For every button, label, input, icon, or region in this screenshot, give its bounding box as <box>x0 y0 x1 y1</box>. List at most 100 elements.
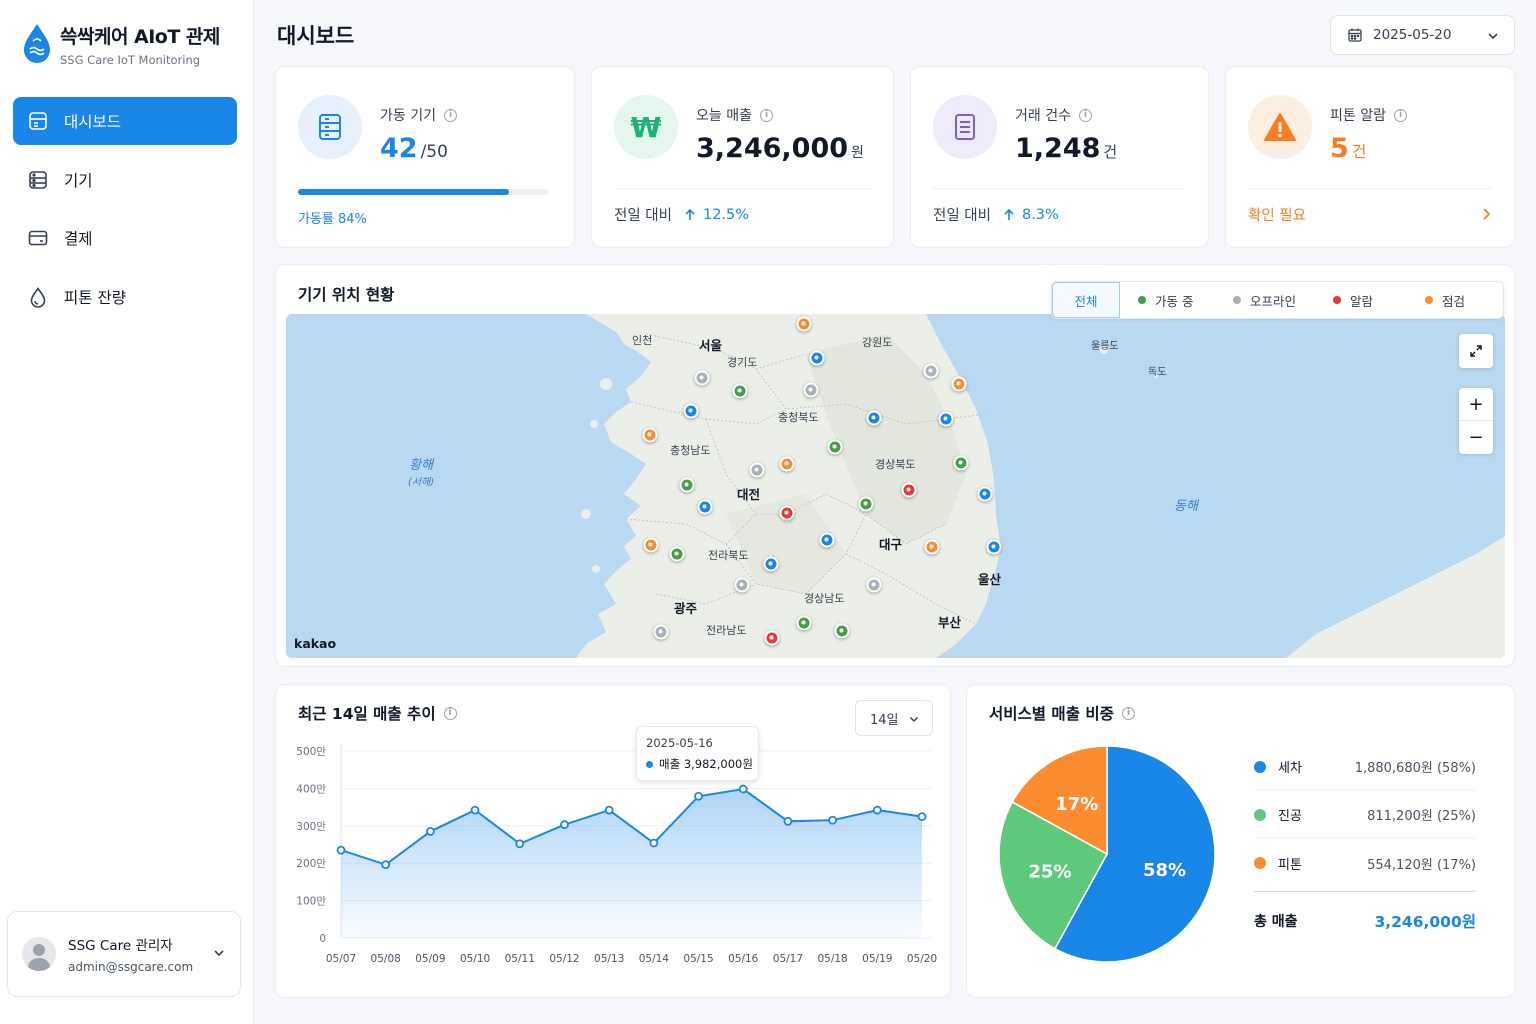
filter-all-tab[interactable]: 전체 <box>1052 282 1120 318</box>
device-pin[interactable] <box>796 615 812 631</box>
device-pin[interactable] <box>642 427 658 443</box>
won-icon: ₩ <box>614 95 678 159</box>
brand-subtitle: SSG Care IoT Monitoring <box>60 53 201 67</box>
kpi-card-alarms: 피톤 알람 i 5 건 확인 필요 <box>1225 66 1515 248</box>
device-pin[interactable] <box>986 539 1002 555</box>
calendar-icon <box>1348 28 1362 42</box>
map-label: 부산 <box>938 615 962 630</box>
map-attribution: kakao <box>294 636 337 651</box>
section-title: 기기 위치 현황 <box>298 286 395 304</box>
device-pin[interactable] <box>923 363 939 379</box>
filter-active[interactable]: 가동 중 <box>1120 282 1215 318</box>
info-icon[interactable]: i <box>759 108 773 122</box>
device-pin[interactable] <box>858 496 874 512</box>
device-pin[interactable] <box>669 546 685 562</box>
device-pin[interactable] <box>901 482 917 498</box>
y-tick-label: 0 <box>319 933 326 945</box>
legend-row: 피톤 554,120원 (17%) <box>1254 839 1476 887</box>
device-pin[interactable] <box>779 505 795 521</box>
device-pin[interactable] <box>697 499 713 515</box>
page-title: 대시보드 <box>277 24 355 48</box>
map-label: 울산 <box>978 572 1002 587</box>
device-pin[interactable] <box>866 577 882 593</box>
alarm-check-link[interactable]: 확인 필요 <box>1248 204 1492 225</box>
device-pin[interactable] <box>732 383 748 399</box>
user-menu[interactable]: SSG Care 관리자 admin@ssgcare.com <box>7 911 241 997</box>
data-point <box>336 845 346 855</box>
info-icon[interactable]: i <box>1078 108 1092 122</box>
service-share-card: 서비스별 매출 비중 i 58% 25% 17% 세차 1,880,680원 (58%)… <box>966 684 1515 998</box>
zoom-out-button[interactable]: − <box>1459 421 1493 454</box>
device-pin[interactable] <box>834 623 850 639</box>
device-pin[interactable] <box>796 316 812 332</box>
data-point <box>917 812 927 821</box>
avatar <box>22 937 56 971</box>
y-tick-label: 300만 <box>296 821 326 833</box>
device-pin[interactable] <box>924 539 940 555</box>
kpi-value: 5 건 <box>1330 133 1367 164</box>
info-icon[interactable]: i <box>443 108 457 122</box>
date-picker[interactable]: 2025-05-20 <box>1330 15 1515 55</box>
device-pin[interactable] <box>679 477 695 493</box>
map-label: 전라북도 <box>708 549 749 562</box>
uptime-rate-label: 가동률 84% <box>298 212 367 227</box>
device-pin[interactable] <box>819 532 835 548</box>
kpi-card-transactions: 거래 건수 i 1,248 건 전일 대비 8.3% <box>910 66 1209 248</box>
sidebar: 쓱싹케어 AIoT 관제 SSG Care IoT Monitoring 대시보… <box>0 0 254 1024</box>
x-tick-label: 05/11 <box>505 953 535 965</box>
sidebar-item-dashboard[interactable]: 대시보드 <box>13 97 237 145</box>
device-pin[interactable] <box>683 403 699 419</box>
filter-alarm[interactable]: 알람 <box>1315 282 1407 318</box>
kpi-value: 1,248 건 <box>1015 133 1118 164</box>
sidebar-item-payments[interactable]: 결제 <box>13 214 237 262</box>
device-pin[interactable] <box>953 455 969 471</box>
sales-area <box>341 789 922 938</box>
sales-line-chart: 0 100만 200만 300만 400만 500만 05/07 05/08 05/09 05/1… <box>296 743 937 965</box>
sidebar-item-label: 결제 <box>64 230 93 248</box>
device-pin[interactable] <box>734 577 750 593</box>
device-pin[interactable] <box>694 370 710 386</box>
kpi-card-sales: ₩ 오늘 매출 i 3,246,000 원 전일 대비 12.5% <box>591 66 894 248</box>
zoom-in-button[interactable]: + <box>1459 388 1493 421</box>
device-pin[interactable] <box>866 410 882 426</box>
device-pin[interactable] <box>827 439 843 455</box>
x-tick-label: 05/16 <box>728 953 759 965</box>
device-map[interactable]: 인천 서울 경기도 강원도 충청북도 충청남도 대전 경상북도 전라북도 대구 … <box>286 314 1505 658</box>
device-pin[interactable] <box>938 411 954 427</box>
brand[interactable]: 쓱싹케어 AIoT 관제 SSG Care IoT Monitoring <box>22 22 220 67</box>
fullscreen-button[interactable] <box>1459 334 1493 368</box>
device-pin[interactable] <box>803 382 819 398</box>
x-tick-label: 05/09 <box>415 953 445 965</box>
map-base <box>286 314 1505 658</box>
arrow-up-icon <box>685 208 695 220</box>
sidebar-item-devices[interactable]: 기기 <box>13 156 237 204</box>
dashboard-icon <box>29 112 47 130</box>
device-pin[interactable] <box>764 630 780 646</box>
data-point <box>470 805 480 815</box>
device-icon <box>29 170 47 189</box>
x-tick-label: 05/15 <box>683 953 713 965</box>
device-pin[interactable] <box>779 456 795 472</box>
data-point <box>425 827 435 836</box>
device-pin[interactable] <box>643 537 659 553</box>
y-tick-label: 200만 <box>296 858 326 870</box>
filter-inspection[interactable]: 점검 <box>1407 282 1497 318</box>
device-pin[interactable] <box>763 556 779 572</box>
info-icon[interactable]: i <box>1121 706 1135 720</box>
map-sea-label: 동해 <box>1174 499 1198 514</box>
info-icon[interactable]: i <box>1393 108 1407 122</box>
device-pin[interactable] <box>977 486 993 502</box>
filter-offline[interactable]: 오프라인 <box>1215 282 1315 318</box>
device-pin[interactable] <box>653 624 669 640</box>
data-point <box>381 860 391 870</box>
data-point <box>828 815 838 825</box>
sidebar-item-phyton[interactable]: 피톤 잔량 <box>13 273 237 321</box>
uptime-progress <box>298 189 549 195</box>
chevron-right-icon[interactable] <box>1480 207 1492 221</box>
map-label: 경상북도 <box>875 458 916 471</box>
logo-drop-icon <box>24 24 50 63</box>
device-pin[interactable] <box>809 350 825 366</box>
x-tick-label: 05/08 <box>371 953 401 965</box>
device-pin[interactable] <box>951 376 967 392</box>
device-pin[interactable] <box>749 462 765 478</box>
